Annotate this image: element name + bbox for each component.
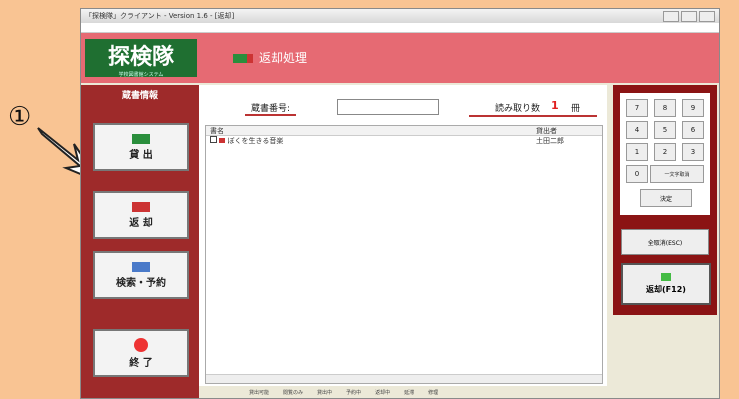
- screen-title: 返却処理: [233, 49, 307, 66]
- legend-repair: 修理: [428, 389, 439, 396]
- horizontal-scrollbar[interactable]: [206, 374, 602, 383]
- close-button[interactable]: [699, 10, 715, 22]
- table-header: 書名 貸出者: [206, 126, 602, 136]
- sidebar: 蔵書情報 貸 出 返 却 検索・予約 終 了: [81, 85, 199, 398]
- key-4[interactable]: 4: [626, 121, 648, 139]
- col-title-header: 書名: [210, 127, 224, 135]
- close-circle-icon: [134, 337, 148, 352]
- decide-button[interactable]: 決定: [640, 189, 692, 207]
- legend-returning: 返却中: [375, 389, 391, 396]
- row-title: ぼくを生きる音楽: [227, 137, 284, 145]
- sidebar-header: 蔵書情報: [121, 90, 158, 101]
- table-row[interactable]: ぼくを生きる音楽 土田二郎: [206, 136, 602, 145]
- numpad-panel: 7 8 9 4 5 6 1 2 3 0 一文字取消 決定 全取消(ESC) 返却…: [613, 85, 717, 315]
- callout-1: ①: [8, 102, 32, 132]
- count-value: 1: [551, 99, 559, 112]
- header-banner: 探検隊 学校図書館システム 返却処理: [81, 33, 719, 83]
- maximize-button[interactable]: [681, 10, 697, 22]
- search-reserve-button[interactable]: 検索・予約: [93, 251, 189, 299]
- return-confirm-button[interactable]: 返却(F12): [621, 263, 711, 305]
- book-return-icon: [132, 201, 150, 212]
- book-icon: [219, 138, 226, 143]
- return-button[interactable]: 返 却: [93, 191, 189, 239]
- key-6[interactable]: 6: [682, 121, 704, 139]
- count-label: 読み取り数: [495, 104, 541, 114]
- status-legend: 貸出可能 閲覧のみ 貸出中 予約中 返却中 延滞 修理: [199, 386, 719, 398]
- return-icon: [233, 54, 253, 63]
- row-borrower: 土田二郎: [536, 137, 564, 145]
- key-5[interactable]: 5: [654, 121, 676, 139]
- exit-button[interactable]: 終 了: [93, 329, 189, 377]
- checkbox-icon: [210, 136, 217, 143]
- keypad: 7 8 9 4 5 6 1 2 3 0 一文字取消 決定: [620, 93, 710, 215]
- key-1[interactable]: 1: [626, 143, 648, 161]
- check-icon: [661, 273, 671, 281]
- key-7[interactable]: 7: [626, 99, 648, 117]
- return-list-table[interactable]: 書名 貸出者 ぼくを生きる音楽 土田二郎: [205, 125, 603, 384]
- scan-row: 蔵書番号: 読み取り数 1 冊: [229, 99, 597, 117]
- book-out-icon: [132, 133, 150, 144]
- monitor-icon: [132, 261, 150, 272]
- legend-overdue: 延滞: [404, 389, 415, 396]
- key-2[interactable]: 2: [654, 143, 676, 161]
- app-logo: 探検隊 学校図書館システム: [85, 39, 197, 78]
- menu-bar: [81, 23, 719, 33]
- count-underline: [469, 115, 597, 117]
- legend-view-only: 閲覧のみ: [283, 389, 304, 396]
- legend-available: 貸出可能: [249, 389, 270, 396]
- legend-on-loan: 貸出中: [317, 389, 333, 396]
- legend-reserved: 予約中: [346, 389, 362, 396]
- main-panel: 蔵書番号: 読み取り数 1 冊 書名 貸出者 ぼくを生きる音楽 土田二郎: [199, 85, 607, 398]
- clear-one-button[interactable]: 一文字取消: [650, 165, 704, 183]
- key-9[interactable]: 9: [682, 99, 704, 117]
- key-3[interactable]: 3: [682, 143, 704, 161]
- book-number-input[interactable]: [337, 99, 439, 115]
- count-unit: 冊: [571, 104, 581, 114]
- scan-label: 蔵書番号:: [245, 101, 297, 116]
- key-0[interactable]: 0: [626, 165, 648, 183]
- app-window: 「探検隊」クライアント - Version 1.6 - [返却] 探検隊 学校図…: [80, 8, 720, 399]
- window-title: 「探検隊」クライアント - Version 1.6 - [返却]: [85, 12, 235, 20]
- clear-all-button[interactable]: 全取消(ESC): [621, 229, 709, 255]
- title-bar: 「探検隊」クライアント - Version 1.6 - [返却]: [81, 9, 719, 23]
- lend-button[interactable]: 貸 出: [93, 123, 189, 171]
- key-8[interactable]: 8: [654, 99, 676, 117]
- col-borrower-header: 貸出者: [536, 127, 557, 135]
- minimize-button[interactable]: [663, 10, 679, 22]
